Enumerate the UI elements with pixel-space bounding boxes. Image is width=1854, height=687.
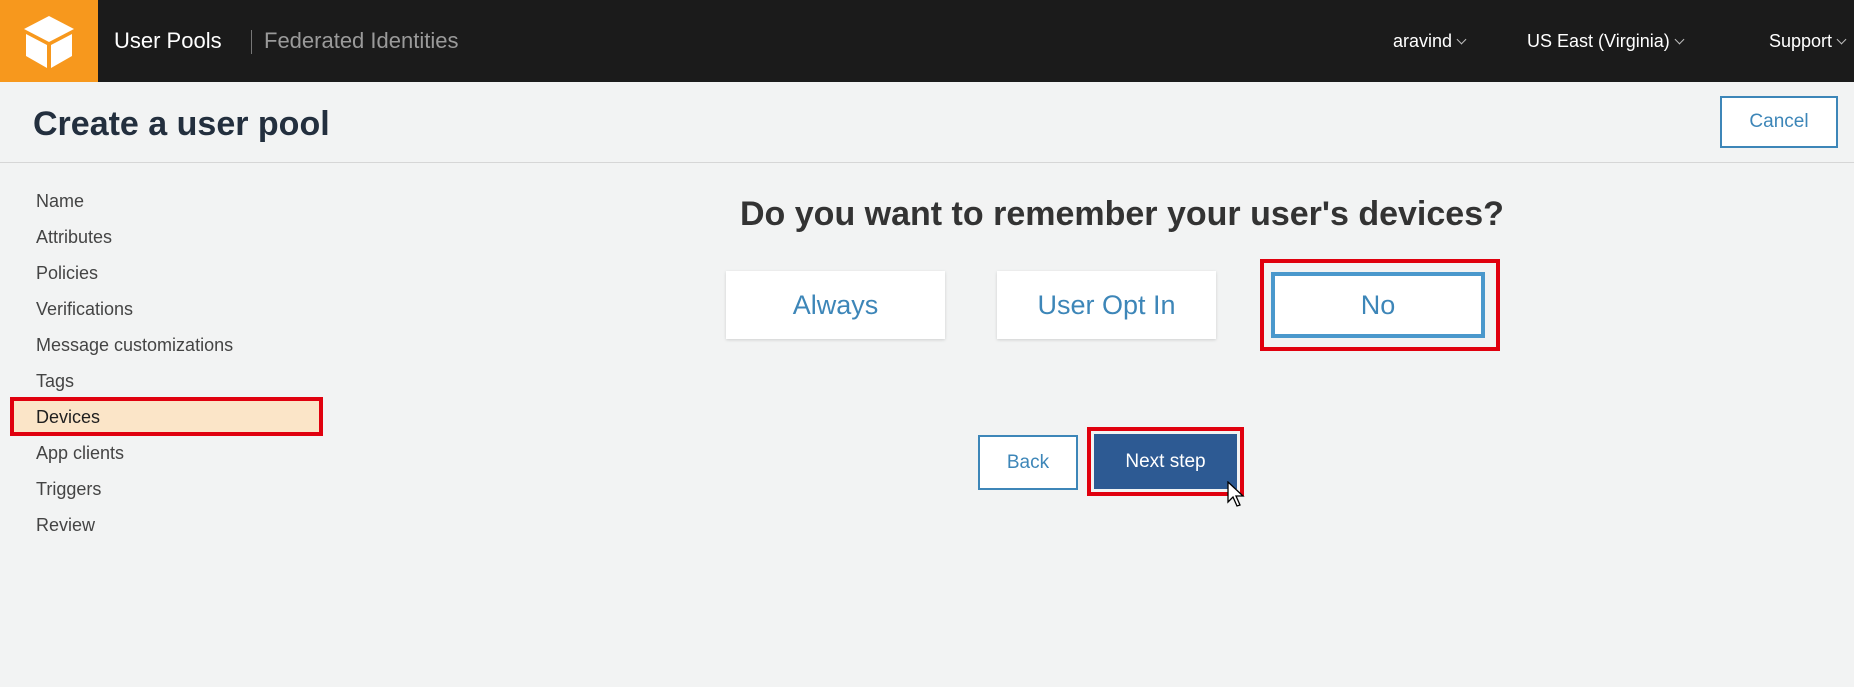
next-step-button[interactable]: Next step: [1094, 434, 1237, 489]
sidebar-item-app-clients[interactable]: App clients: [36, 442, 124, 464]
sidebar-item-triggers[interactable]: Triggers: [36, 478, 101, 500]
user-menu-label: aravind: [1393, 31, 1453, 51]
nav-user-pools[interactable]: User Pools: [114, 28, 222, 54]
support-menu[interactable]: Support: [1769, 28, 1847, 54]
nav-divider: [251, 30, 252, 54]
sidebar-item-verifications[interactable]: Verifications: [36, 298, 133, 320]
aws-cube-icon[interactable]: [0, 0, 98, 82]
mouse-pointer-icon: [1227, 481, 1245, 507]
nav-federated-identities[interactable]: Federated Identities: [264, 28, 458, 54]
option-user-opt-in-button[interactable]: User Opt In: [997, 271, 1216, 339]
header-divider: [0, 162, 1854, 163]
sidebar-item-message-customizations[interactable]: Message customizations: [36, 334, 233, 356]
sidebar-item-devices[interactable]: Devices: [36, 406, 100, 428]
sidebar-item-policies[interactable]: Policies: [36, 262, 98, 284]
top-navigation-bar: User Pools Federated Identities aravind …: [0, 0, 1854, 82]
cancel-button[interactable]: Cancel: [1720, 96, 1838, 148]
sidebar-item-attributes[interactable]: Attributes: [36, 226, 112, 248]
region-menu[interactable]: US East (Virginia): [1527, 28, 1685, 54]
back-button[interactable]: Back: [978, 435, 1078, 490]
chevron-down-icon: [1674, 34, 1685, 44]
user-menu[interactable]: aravind: [1393, 28, 1467, 54]
sidebar-item-name[interactable]: Name: [36, 190, 84, 212]
page-title: Create a user pool: [33, 105, 330, 143]
region-menu-label: US East (Virginia): [1527, 31, 1670, 51]
devices-question: Do you want to remember your user's devi…: [740, 195, 1504, 233]
option-always-button[interactable]: Always: [726, 271, 945, 339]
chevron-down-icon: [1456, 34, 1467, 44]
sidebar-item-review[interactable]: Review: [36, 514, 95, 536]
chevron-down-icon: [1836, 34, 1847, 44]
sidebar-item-tags[interactable]: Tags: [36, 370, 74, 392]
option-no-button[interactable]: No: [1271, 272, 1485, 338]
support-menu-label: Support: [1769, 31, 1833, 51]
